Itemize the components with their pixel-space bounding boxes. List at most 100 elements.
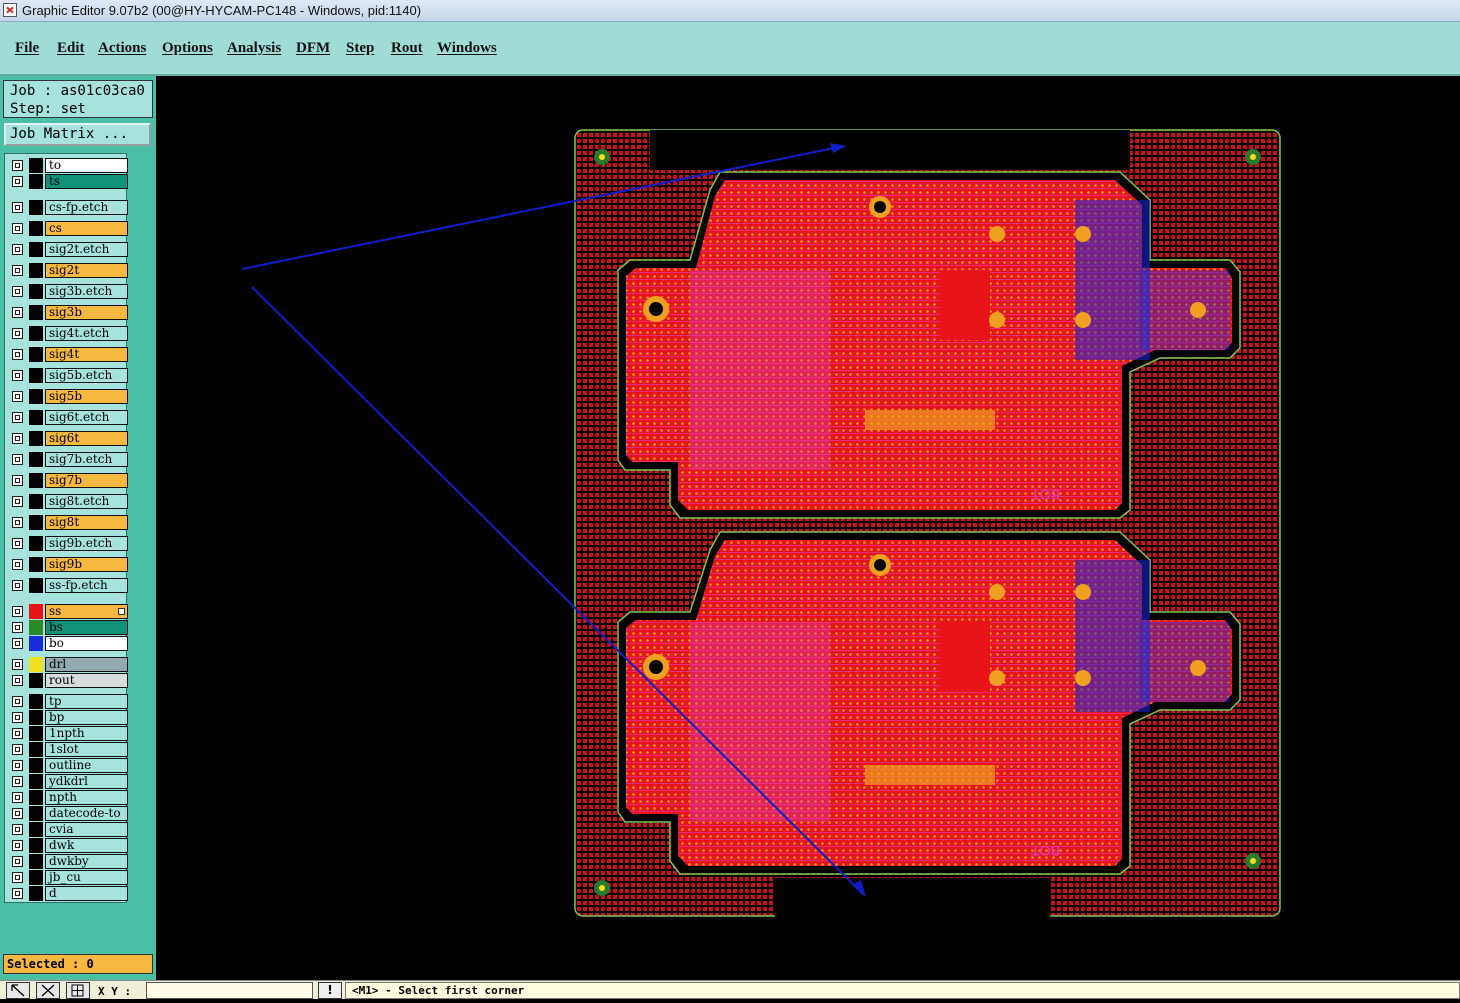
layer-checkbox[interactable] — [12, 638, 23, 649]
layer-checkbox[interactable] — [12, 454, 23, 465]
layer-checkbox[interactable] — [12, 760, 23, 771]
layer-label: drl — [45, 657, 128, 672]
layer-row-sig7b[interactable]: sig7b — [9, 473, 128, 488]
layer-checkbox[interactable] — [12, 792, 23, 803]
layer-row-cs[interactable]: cs — [9, 221, 128, 236]
layer-checkbox[interactable] — [12, 412, 23, 423]
coordinate-input[interactable] — [146, 982, 313, 999]
layer-checkbox[interactable] — [12, 856, 23, 867]
layer-row-cs-fp.etch[interactable]: cs-fp.etch — [9, 200, 128, 215]
layer-row-1slot[interactable]: 1slot — [9, 742, 128, 757]
layer-checkbox[interactable] — [12, 712, 23, 723]
layer-checkbox[interactable] — [12, 776, 23, 787]
layer-row-to[interactable]: to — [9, 158, 128, 173]
layer-row-sig8t.etch[interactable]: sig8t.etch — [9, 494, 128, 509]
menu-rout[interactable]: Rout — [391, 40, 423, 57]
layer-row-ydkdrl[interactable]: ydkdrl — [9, 774, 128, 789]
layer-label: bp — [45, 710, 128, 725]
layer-row-sig6t[interactable]: sig6t — [9, 431, 128, 446]
layer-row-dwk[interactable]: dwk — [9, 838, 128, 853]
menu-dfm[interactable]: DFM — [296, 40, 330, 57]
layer-row-sig2t[interactable]: sig2t — [9, 263, 128, 278]
warning-button[interactable]: ! — [318, 982, 342, 999]
layer-checkbox[interactable] — [12, 433, 23, 444]
layer-row-ts[interactable]: ts — [9, 174, 128, 189]
layer-row-ss[interactable]: ss — [9, 604, 128, 619]
layer-row-bs[interactable]: bs — [9, 620, 128, 635]
layer-row-bo[interactable]: bo — [9, 636, 128, 651]
layer-checkbox[interactable] — [12, 580, 23, 591]
layer-checkbox[interactable] — [12, 824, 23, 835]
layer-row-sig5b.etch[interactable]: sig5b.etch — [9, 368, 128, 383]
layer-checkbox[interactable] — [12, 244, 23, 255]
layer-checkbox[interactable] — [12, 696, 23, 707]
layer-checkbox[interactable] — [12, 307, 23, 318]
layer-checkbox[interactable] — [12, 223, 23, 234]
layer-checkbox[interactable] — [12, 328, 23, 339]
layer-checkbox[interactable] — [12, 517, 23, 528]
layer-checkbox[interactable] — [12, 496, 23, 507]
layer-row-outline[interactable]: outline — [9, 758, 128, 773]
grid-tool-icon[interactable] — [66, 982, 90, 999]
layer-row-tp[interactable]: tp — [9, 694, 128, 709]
layer-row-1npth[interactable]: 1npth — [9, 726, 128, 741]
layer-row-jb_cu[interactable]: jb_cu — [9, 870, 128, 885]
cross-tool-icon[interactable] — [36, 982, 60, 999]
layer-row-d[interactable]: d — [9, 886, 128, 901]
layer-row-sig3b[interactable]: sig3b — [9, 305, 128, 320]
layer-row-sig4t.etch[interactable]: sig4t.etch — [9, 326, 128, 341]
layer-checkbox[interactable] — [12, 606, 23, 617]
layer-checkbox[interactable] — [12, 659, 23, 670]
pcb-panel-view[interactable]: BOT BOT — [156, 76, 1460, 980]
layer-row-sig8t[interactable]: sig8t — [9, 515, 128, 530]
layer-checkbox[interactable] — [12, 160, 23, 171]
menu-file[interactable]: File — [15, 40, 39, 57]
layer-row-sig4t[interactable]: sig4t — [9, 347, 128, 362]
layer-label: sig5b.etch — [45, 368, 128, 383]
title-bar: Graphic Editor 9.07b2 (00@HY-HYCAM-PC148… — [0, 0, 1460, 22]
layer-checkbox[interactable] — [12, 538, 23, 549]
layer-row-bp[interactable]: bp — [9, 710, 128, 725]
menu-windows[interactable]: Windows — [437, 40, 497, 57]
layer-checkbox[interactable] — [12, 728, 23, 739]
job-matrix-button[interactable]: Job Matrix ... — [4, 123, 151, 146]
layer-row-npth[interactable]: npth — [9, 790, 128, 805]
menu-edit[interactable]: Edit — [57, 40, 85, 57]
layer-checkbox[interactable] — [12, 675, 23, 686]
layer-checkbox[interactable] — [12, 744, 23, 755]
layer-checkbox[interactable] — [12, 349, 23, 360]
layer-row-rout[interactable]: rout — [9, 673, 128, 688]
layer-row-dwkby[interactable]: dwkby — [9, 854, 128, 869]
layer-row-sig7b.etch[interactable]: sig7b.etch — [9, 452, 128, 467]
pointer-tool-icon[interactable] — [6, 982, 30, 999]
layer-checkbox[interactable] — [12, 202, 23, 213]
layer-row-ss-fp.etch[interactable]: ss-fp.etch — [9, 578, 128, 593]
graphic-canvas[interactable]: BOT BOT — [156, 76, 1460, 980]
layer-row-drl[interactable]: drl — [9, 657, 128, 672]
layer-checkbox[interactable] — [12, 286, 23, 297]
menu-analysis[interactable]: Analysis — [227, 40, 281, 57]
layer-checkbox[interactable] — [12, 370, 23, 381]
layer-row-cvia[interactable]: cvia — [9, 822, 128, 837]
menu-options[interactable]: Options — [162, 40, 213, 57]
layer-checkbox[interactable] — [12, 888, 23, 899]
layer-checkbox[interactable] — [12, 622, 23, 633]
layer-checkbox[interactable] — [12, 265, 23, 276]
layer-checkbox[interactable] — [12, 840, 23, 851]
layer-label: sig6t.etch — [45, 410, 128, 425]
layer-row-sig2t.etch[interactable]: sig2t.etch — [9, 242, 128, 257]
menu-step[interactable]: Step — [346, 40, 374, 57]
layer-row-sig5b[interactable]: sig5b — [9, 389, 128, 404]
layer-row-sig3b.etch[interactable]: sig3b.etch — [9, 284, 128, 299]
layer-checkbox[interactable] — [12, 872, 23, 883]
layer-row-sig6t.etch[interactable]: sig6t.etch — [9, 410, 128, 425]
layer-row-sig9b[interactable]: sig9b — [9, 557, 128, 572]
layer-checkbox[interactable] — [12, 176, 23, 187]
layer-checkbox[interactable] — [12, 391, 23, 402]
layer-row-sig9b.etch[interactable]: sig9b.etch — [9, 536, 128, 551]
layer-row-datecode-to[interactable]: datecode-to — [9, 806, 128, 821]
layer-checkbox[interactable] — [12, 808, 23, 819]
menu-actions[interactable]: Actions — [98, 40, 146, 57]
layer-checkbox[interactable] — [12, 559, 23, 570]
layer-checkbox[interactable] — [12, 475, 23, 486]
